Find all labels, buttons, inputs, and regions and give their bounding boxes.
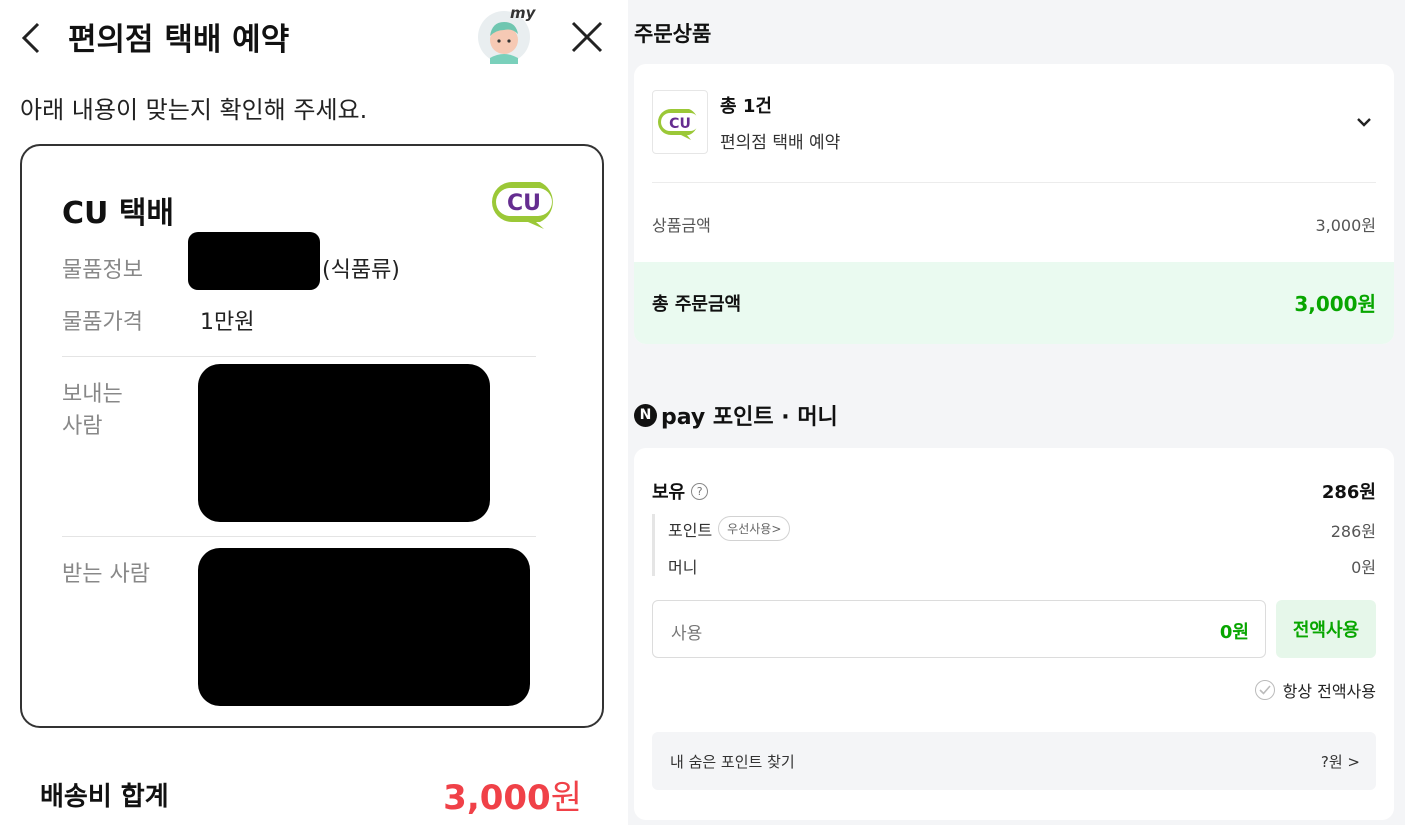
order-panel: CU 총 1건 편의점 택배 예약 상품금액 3,000원 총 주문금액 3,0… — [634, 64, 1394, 344]
sender-label-line1: 보내는 — [62, 382, 123, 407]
point-row-label: 포인트 우선사용> — [668, 516, 791, 541]
naver-n-icon: N — [634, 403, 657, 427]
redacted-item-name — [188, 232, 320, 290]
chevron-down-icon[interactable] — [1354, 114, 1374, 130]
npay-section-title: N pay 포인트 · 머니 — [634, 400, 838, 430]
payment-panel: 주문상품 CU 총 1건 편의점 택배 예약 상품금액 3,000원 총 주문금… — [628, 0, 1405, 825]
instruction-text: 아래 내용이 맞는지 확인해 주세요. — [20, 96, 368, 124]
use-all-button[interactable]: 전액사용 — [1276, 600, 1376, 658]
divider — [62, 536, 536, 537]
hidden-point-value: ?원 > — [1320, 753, 1360, 771]
product-price-label: 상품금액 — [652, 216, 711, 235]
close-icon[interactable] — [568, 18, 606, 56]
product-thumbnail: CU — [652, 90, 708, 154]
money-value: 0원 — [1351, 558, 1376, 577]
my-badge-text: my — [510, 4, 536, 22]
cu-logo-text: CU — [507, 191, 541, 216]
redacted-receiver-info — [198, 548, 530, 706]
shipment-summary-card: CU 택배 CU 물품정보 (식품류) 물품가격 1만원 보내는 사람 받는 사… — [20, 144, 604, 728]
item-category: (식품류) — [322, 258, 400, 283]
point-use-input[interactable]: 사용 0원 — [652, 600, 1266, 658]
hold-value: 286원 — [1321, 482, 1376, 503]
sub-indent-bar — [652, 514, 655, 576]
shipping-total-value: 3,000원 — [443, 770, 582, 819]
order-total-bar: 총 주문금액 3,000원 — [634, 262, 1394, 344]
my-avatar[interactable]: my — [476, 4, 538, 64]
product-name: 편의점 택배 예약 — [720, 133, 841, 153]
carrier-name: CU 택배 — [62, 196, 175, 231]
page-title: 편의점 택배 예약 — [68, 22, 290, 58]
item-info-label: 물품정보 — [62, 258, 143, 283]
hidden-point-label: 내 숨은 포인트 찾기 — [670, 753, 795, 771]
check-circle-icon — [1254, 680, 1275, 700]
find-hidden-points-button[interactable]: 내 숨은 포인트 찾기 ?원 > — [652, 732, 1376, 790]
hold-label: 보유 ? — [652, 478, 709, 504]
divider — [62, 356, 536, 357]
question-icon[interactable]: ? — [691, 482, 709, 500]
use-input-value: 0원 — [1219, 622, 1249, 643]
sender-label-line2: 사람 — [62, 414, 103, 439]
product-price-value: 3,000원 — [1315, 216, 1376, 235]
npay-title-text: pay 포인트 · 머니 — [661, 405, 838, 430]
order-section-title: 주문상품 — [634, 22, 712, 46]
point-value: 286원 — [1330, 522, 1376, 541]
priority-use-button[interactable]: 우선사용> — [718, 516, 791, 541]
receiver-label: 받는 사람 — [62, 562, 150, 587]
divider — [652, 182, 1376, 183]
always-use-all-label: 항상 전액사용 — [1282, 682, 1376, 701]
order-total-label: 총 주문금액 — [652, 294, 742, 315]
use-input-placeholder: 사용 — [671, 624, 703, 644]
reservation-panel: 편의점 택배 예약 my 아래 내용이 맞는지 확인해 주세요. CU 택배 C… — [0, 0, 628, 825]
order-count: 총 1건 — [720, 96, 772, 117]
point-label: 포인트 — [668, 520, 713, 540]
item-price-label: 물품가격 — [62, 310, 143, 335]
thumbnail-logo-text: CU — [669, 116, 691, 132]
order-total-value: 3,000원 — [1294, 292, 1376, 316]
shipping-total-unit: 원 — [550, 778, 582, 818]
shipping-total-number: 3,000 — [443, 778, 551, 818]
redacted-sender-info — [198, 364, 490, 522]
npay-panel: 보유 ? 286원 포인트 우선사용> 286원 머니 0원 사용 0원 전액사… — [634, 448, 1394, 820]
back-arrow-icon[interactable] — [16, 18, 50, 58]
money-label: 머니 — [668, 558, 698, 577]
cu-logo: CU — [486, 178, 566, 230]
hold-label-text: 보유 — [652, 482, 686, 503]
item-price-value: 1만원 — [200, 310, 255, 335]
shipping-total-label: 배송비 합계 — [40, 782, 169, 812]
always-use-all-toggle[interactable]: 항상 전액사용 — [1254, 678, 1376, 702]
